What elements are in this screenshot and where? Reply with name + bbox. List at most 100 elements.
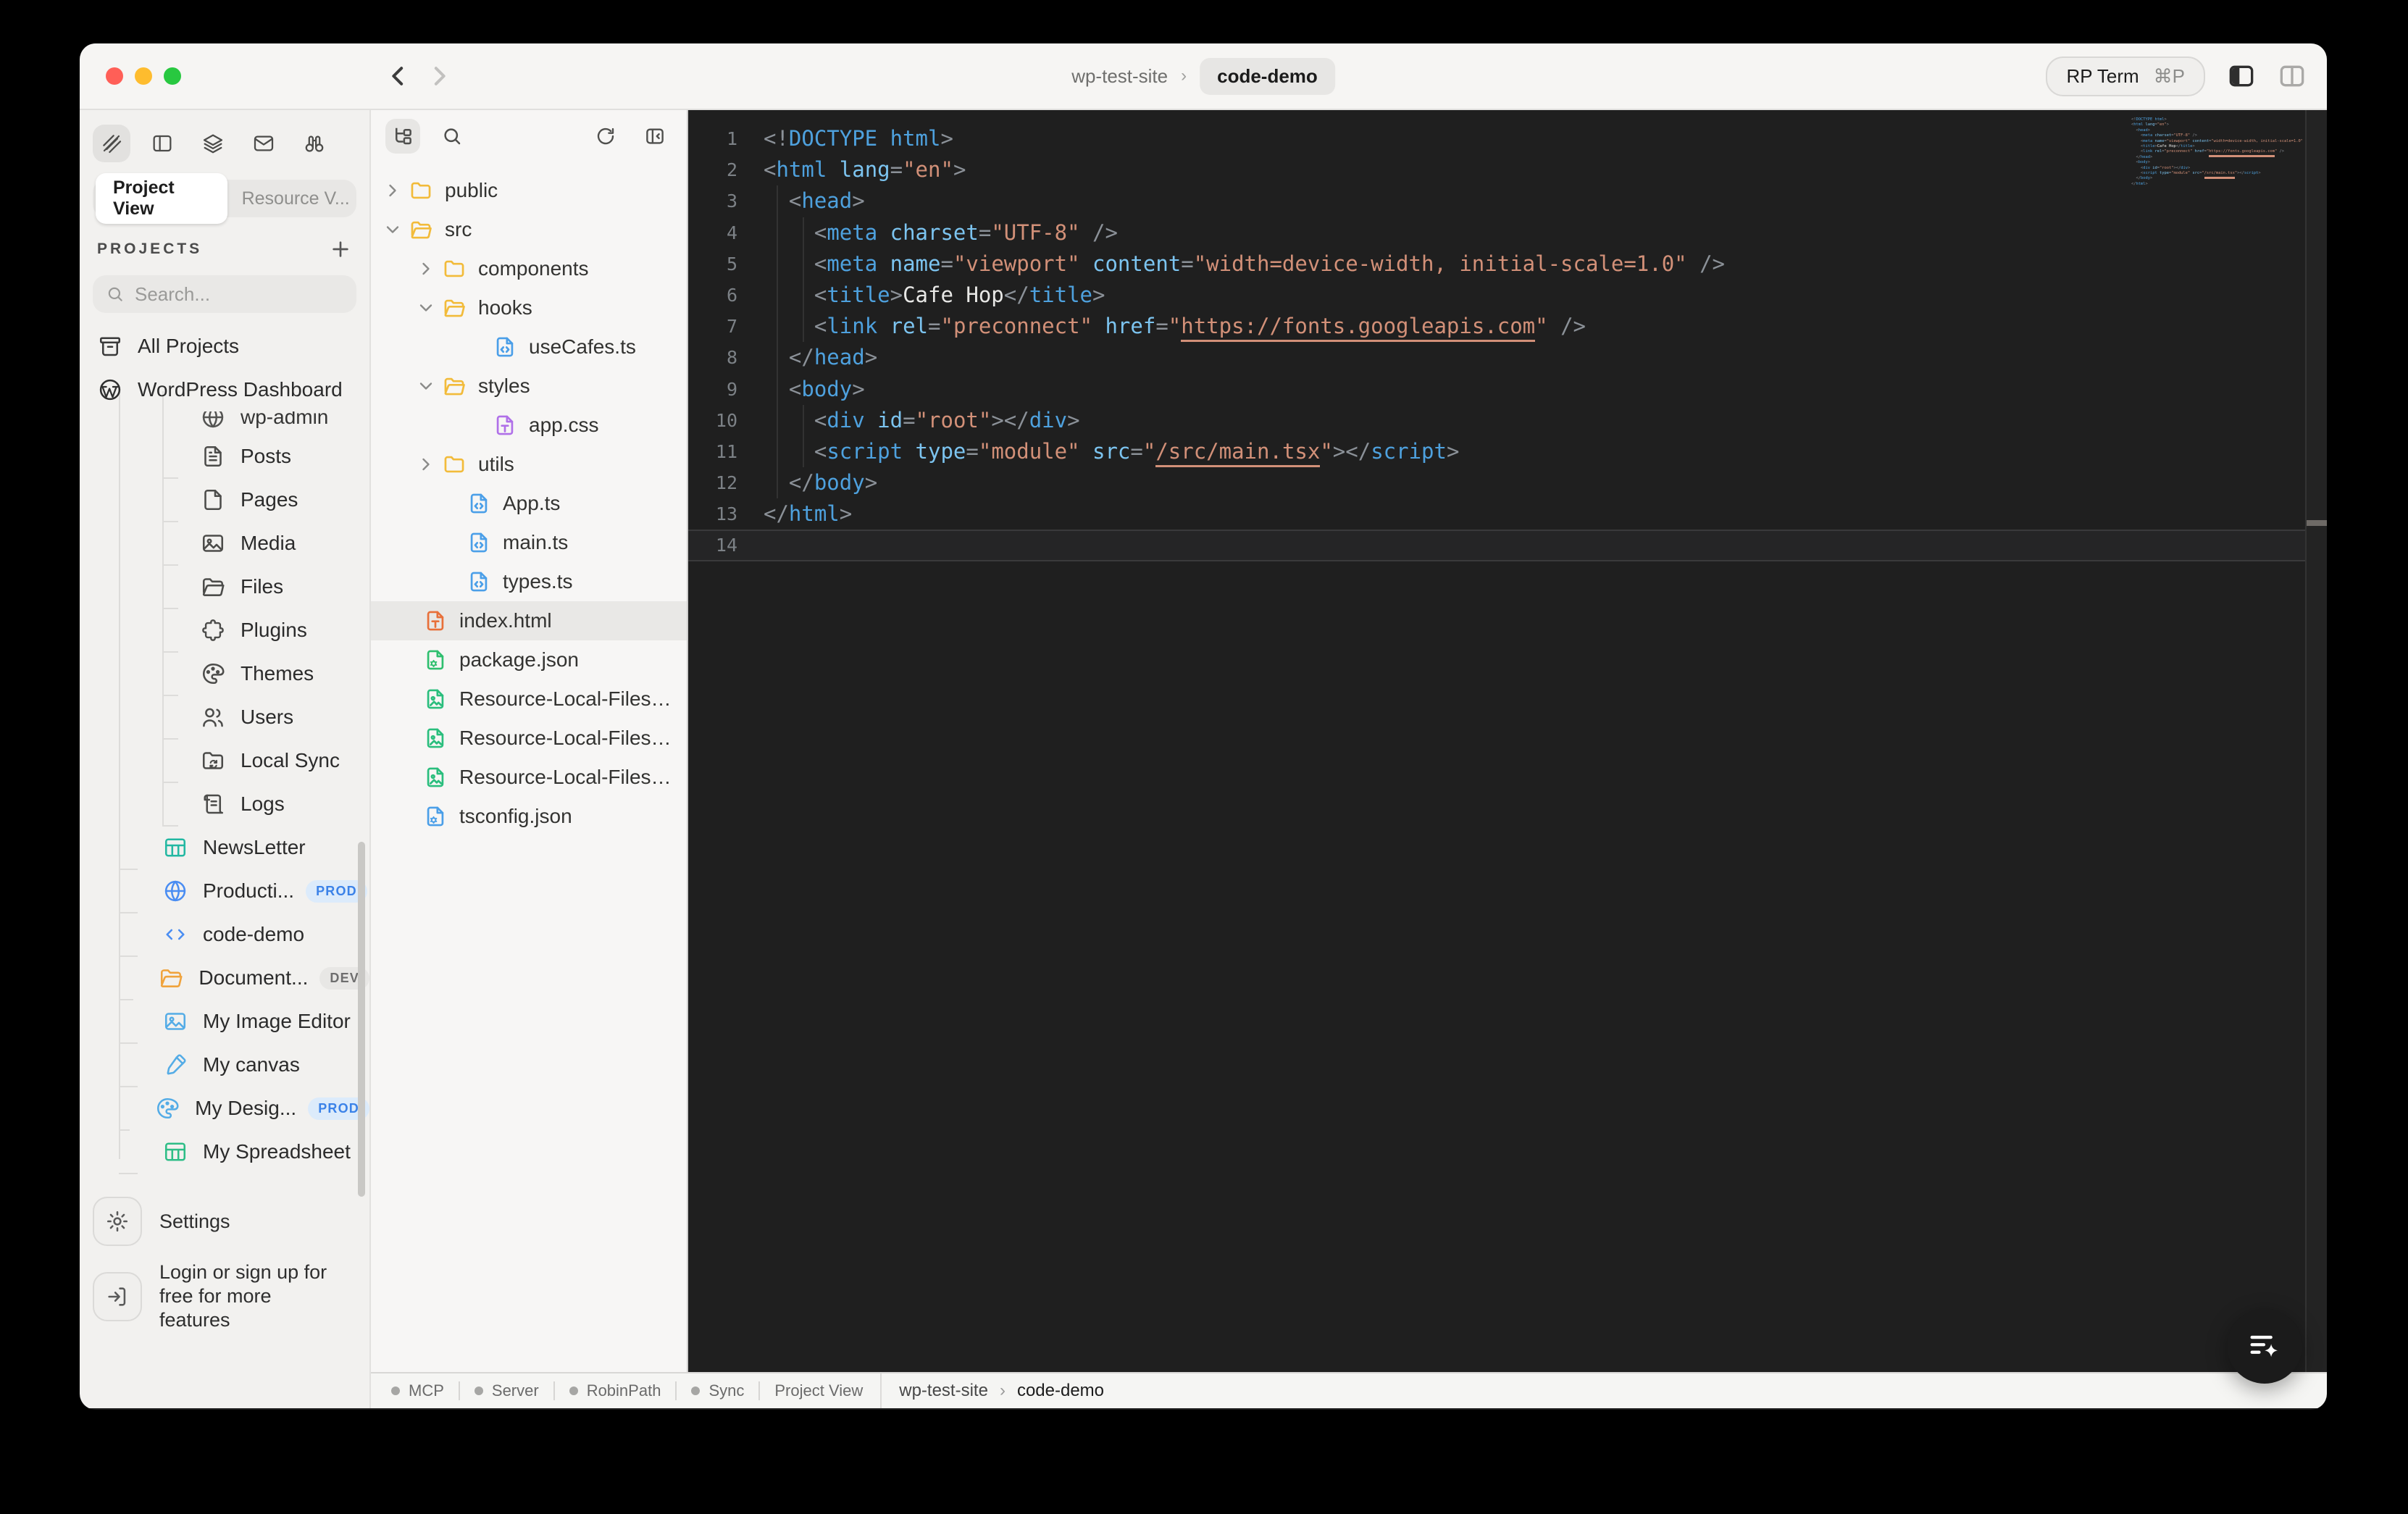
sidebar-item-newsletter[interactable]: NewsLetter — [80, 826, 369, 869]
tree-row-index-html[interactable]: index.html — [371, 601, 687, 640]
forward-icon[interactable] — [425, 62, 453, 91]
code-line-9[interactable]: 9 <body> — [688, 374, 2307, 405]
view-toggle-project[interactable]: Project View — [96, 173, 227, 224]
chevron-down-icon[interactable] — [416, 376, 436, 396]
search-input[interactable]: Search... — [93, 275, 356, 313]
scroll-icon — [200, 791, 226, 817]
sidebar-item-code-demo[interactable]: code-demo — [80, 913, 369, 956]
code-line-3[interactable]: 3 <head> — [688, 185, 2307, 217]
terminal-button[interactable]: RP Term ⌘P — [2046, 57, 2205, 96]
minimize-window-button[interactable] — [135, 67, 152, 85]
status-project-view[interactable]: Project View — [774, 1381, 863, 1400]
sidebar-item-logs[interactable]: Logs — [80, 782, 369, 826]
minimap[interactable]: <!DOCTYPE html><html lang="en"> <head> <… — [2131, 117, 2302, 193]
sidebar-item-users[interactable]: Users — [80, 695, 369, 739]
tool-icon[interactable] — [93, 125, 130, 162]
chevron-right-icon[interactable] — [416, 454, 436, 474]
code-line-7[interactable]: 7 <link rel="preconnect" href="https://f… — [688, 311, 2307, 342]
statusbar: MCP Server RobinPath Sync Project View wp-te… — [371, 1372, 2327, 1408]
code-line-5[interactable]: 5 <meta name="viewport" content="width=d… — [688, 248, 2307, 280]
line-number: 7 — [688, 311, 737, 342]
add-project-icon[interactable] — [329, 238, 352, 261]
zoom-window-button[interactable] — [164, 67, 181, 85]
code-line-6[interactable]: 6 <title>Cafe Hop</title> — [688, 280, 2307, 311]
sidebar-item-pages[interactable]: Pages — [80, 478, 369, 522]
tree-row-src[interactable]: src — [371, 210, 687, 249]
sidebar-item-producti[interactable]: Producti...PROD — [80, 869, 369, 913]
code-line-11[interactable]: 11 <script type="module" src="/src/main.… — [688, 436, 2307, 467]
code-line-1[interactable]: 1<!DOCTYPE html> — [688, 123, 2307, 154]
active-tab[interactable]: code-demo — [1200, 58, 1335, 95]
view-toggle-resource[interactable]: Resource V... — [227, 184, 354, 214]
sidebar-item-files[interactable]: Files — [80, 565, 369, 608]
back-icon[interactable] — [384, 62, 413, 91]
sidebar-item-my-spreadsheet[interactable]: My Spreadsheet — [80, 1130, 369, 1174]
tree-row-types-ts[interactable]: types.ts — [371, 562, 687, 601]
tree-view-icon[interactable] — [385, 119, 420, 154]
sidebar-item-wp-admin[interactable]: wp-admin — [80, 411, 369, 435]
sidebar-item-my-image-editor[interactable]: My Image Editor — [80, 1000, 369, 1043]
code-line-13[interactable]: 13</html> — [688, 498, 2307, 530]
tree-row-tsconfig-json[interactable]: tsconfig.json — [371, 797, 687, 836]
sidebar-item-plugins[interactable]: Plugins — [80, 608, 369, 652]
chevron-down-icon[interactable] — [382, 219, 403, 240]
tree-row-app-ts[interactable]: App.ts — [371, 484, 687, 523]
split-view-icon[interactable] — [2278, 62, 2307, 91]
toggle-left-sidebar-icon[interactable] — [2227, 62, 2256, 91]
settings-item[interactable]: Settings — [93, 1197, 356, 1246]
tree-row-styles[interactable]: styles — [371, 367, 687, 406]
status-sync[interactable]: Sync — [691, 1381, 744, 1400]
tree-row-main-ts[interactable]: main.ts — [371, 523, 687, 562]
tree-row-components[interactable]: components — [371, 249, 687, 288]
refresh-icon[interactable] — [588, 119, 623, 154]
code-line-14[interactable]: 14 — [688, 530, 2307, 561]
code-line-4[interactable]: 4 <meta charset="UTF-8" /> — [688, 217, 2307, 248]
status-server[interactable]: Server — [475, 1381, 539, 1400]
chevron-right-icon[interactable] — [382, 180, 403, 201]
sidebar-item-themes[interactable]: Themes — [80, 652, 369, 695]
tree-row-package-json[interactable]: package.json — [371, 640, 687, 679]
code-editor[interactable]: 1<!DOCTYPE html>2<html lang="en">3 <head… — [688, 110, 2327, 1372]
sidebar-item-label: code-demo — [203, 923, 304, 946]
tree-row-hooks[interactable]: hooks — [371, 288, 687, 327]
file-search-icon[interactable] — [435, 119, 469, 154]
sidebar-scrollbar[interactable] — [358, 842, 365, 1197]
layers-icon[interactable] — [194, 125, 232, 162]
mail-icon[interactable] — [245, 125, 283, 162]
breadcrumb-separator: › — [1181, 66, 1187, 86]
sidebar-item-posts[interactable]: Posts — [80, 435, 369, 478]
ai-assistant-button[interactable] — [2227, 1308, 2302, 1384]
tree-row-resource-local-files-f[interactable]: Resource-Local-Files-f... — [371, 758, 687, 797]
sidebar-item-document[interactable]: Document...DEV — [80, 956, 369, 1000]
code-line-10[interactable]: 10 <div id="root"></div> — [688, 405, 2307, 436]
login-item[interactable]: Login or sign up for free for more featu… — [93, 1260, 356, 1332]
tree-row-resource-local-files-f[interactable]: Resource-Local-Files-f... — [371, 719, 687, 758]
statusbar-project[interactable]: code-demo — [1017, 1381, 1104, 1401]
tree-row-utils[interactable]: utils — [371, 445, 687, 484]
code-line-8[interactable]: 8 </head> — [688, 342, 2307, 373]
puzzle-icon — [200, 617, 226, 643]
sidebar-item-my-desig[interactable]: My Desig...PROD — [80, 1087, 369, 1130]
panel-icon[interactable] — [143, 125, 181, 162]
statusbar-site[interactable]: wp-test-site — [899, 1381, 988, 1401]
status-robinpath[interactable]: RobinPath — [569, 1381, 661, 1400]
editor-scrollbar[interactable] — [2307, 110, 2327, 1372]
sidebar-item-media[interactable]: Media — [80, 522, 369, 565]
tree-row-app-css[interactable]: app.css — [371, 406, 687, 445]
sidebar-item-all-projects[interactable]: All Projects — [80, 325, 369, 368]
chevron-down-icon[interactable] — [416, 298, 436, 318]
chevron-right-icon[interactable] — [416, 259, 436, 279]
tree-row-public[interactable]: public — [371, 171, 687, 210]
sidebar-item-wordpress-dashboard[interactable]: WordPress Dashboard — [80, 368, 369, 411]
status-mcp[interactable]: MCP — [391, 1381, 444, 1400]
close-window-button[interactable] — [106, 67, 123, 85]
breadcrumb-parent[interactable]: wp-test-site — [1071, 65, 1168, 88]
code-line-2[interactable]: 2<html lang="en"> — [688, 154, 2307, 185]
tree-row-usecafes-ts[interactable]: useCafes.ts — [371, 327, 687, 367]
binoculars-icon[interactable] — [296, 125, 333, 162]
sidebar-item-my-canvas[interactable]: My canvas — [80, 1043, 369, 1087]
code-line-12[interactable]: 12 </body> — [688, 467, 2307, 498]
collapse-panel-icon[interactable] — [637, 119, 672, 154]
sidebar-item-local-sync[interactable]: Local Sync — [80, 739, 369, 782]
tree-row-resource-local-files-f[interactable]: Resource-Local-Files-f... — [371, 679, 687, 719]
